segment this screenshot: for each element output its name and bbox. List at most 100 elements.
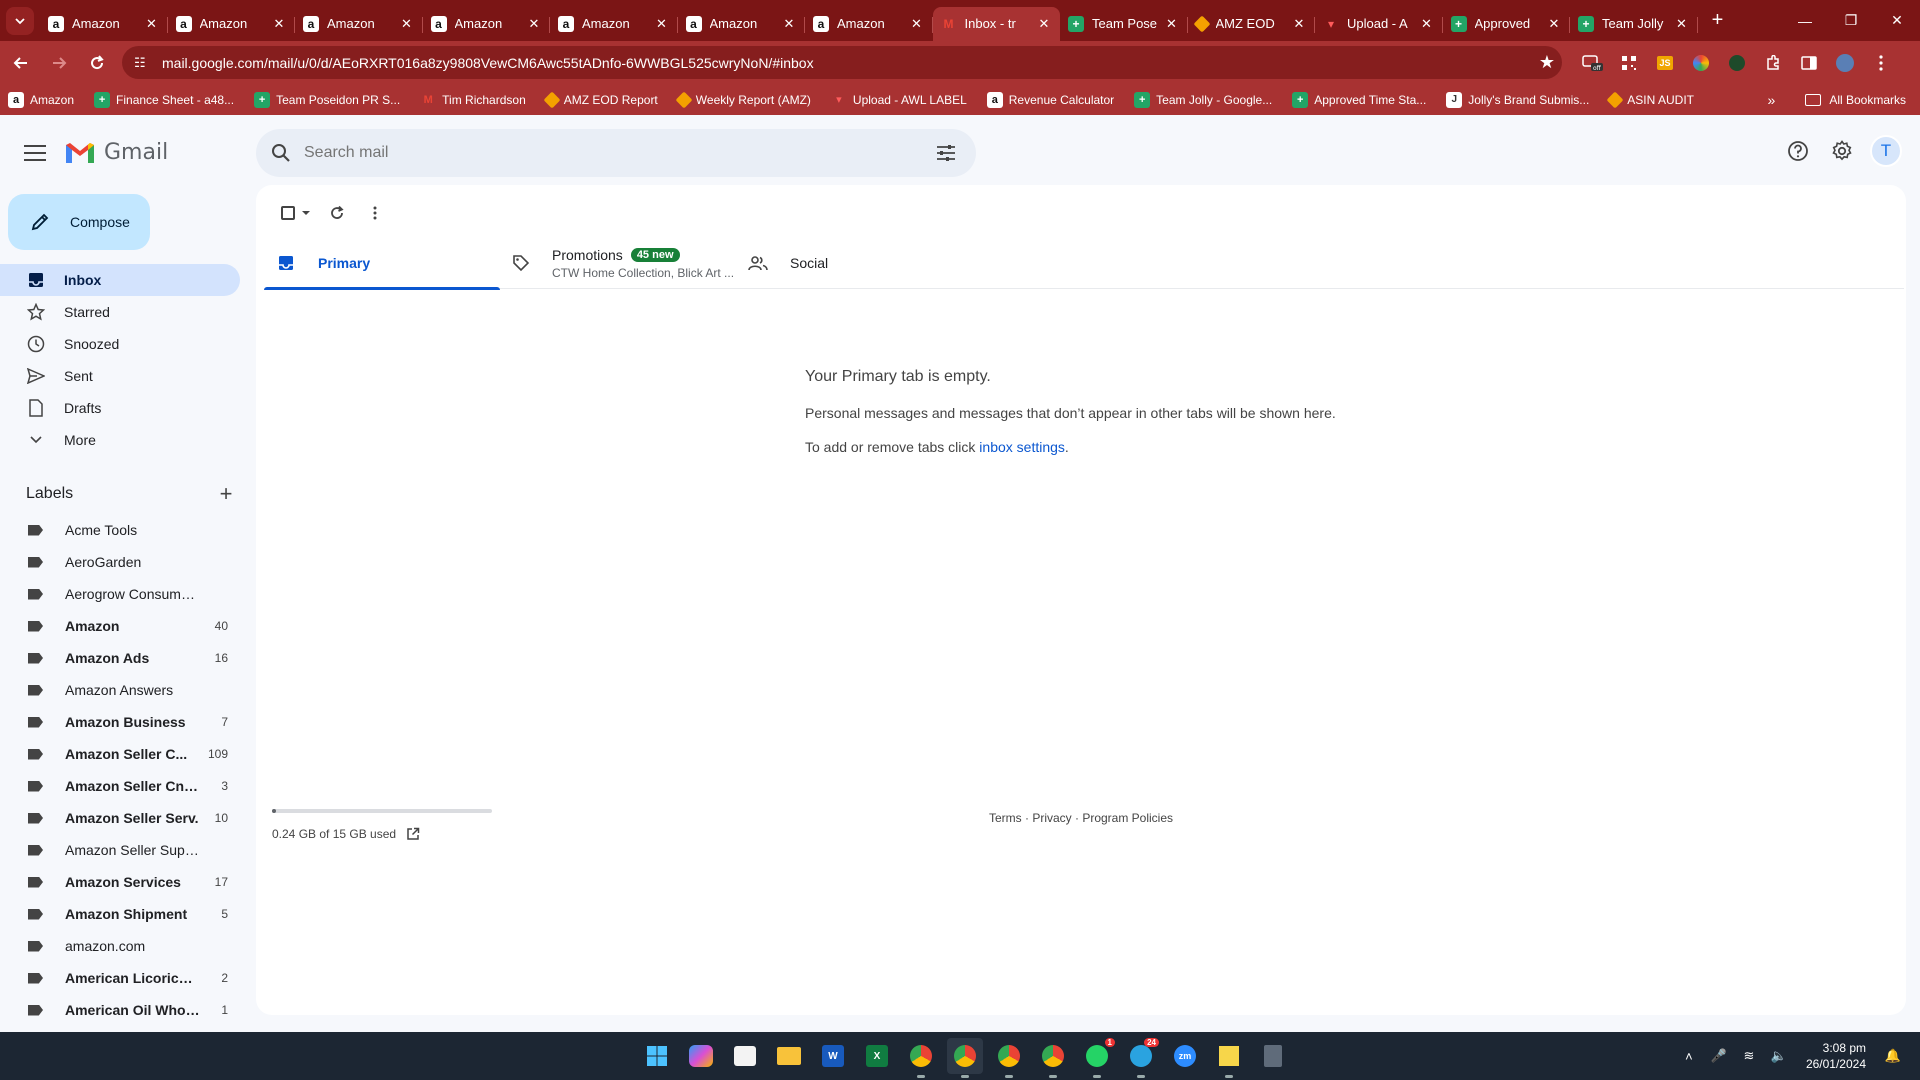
- bookmark-item[interactable]: J Jolly's Brand Submis...: [1446, 91, 1589, 108]
- close-tab-icon[interactable]: ✕: [909, 16, 925, 32]
- bookmark-item[interactable]: Weekly Report (AMZ): [675, 91, 811, 108]
- close-tab-icon[interactable]: ✕: [1674, 16, 1690, 32]
- browser-tab[interactable]: a Amazon ✕: [40, 7, 168, 41]
- file-explorer-icon[interactable]: [771, 1038, 807, 1074]
- inbox-settings-link[interactable]: inbox settings: [979, 439, 1065, 455]
- main-menu-icon[interactable]: [20, 141, 50, 165]
- bookmark-item[interactable]: + Team Jolly - Google...: [1134, 91, 1272, 108]
- refresh-button[interactable]: [318, 194, 356, 232]
- browser-tab[interactable]: a Amazon ✕: [550, 7, 678, 41]
- excel-icon[interactable]: X: [859, 1038, 895, 1074]
- label-item[interactable]: Acme Tools: [0, 514, 240, 546]
- browser-tab[interactable]: ▾ Upload - A ✕: [1315, 7, 1443, 41]
- search-icon[interactable]: [270, 143, 292, 163]
- chrome-profile-2-icon[interactable]: [1035, 1038, 1071, 1078]
- whatsapp-icon[interactable]: 1: [1079, 1038, 1115, 1078]
- sidebar-item-sent[interactable]: Sent: [0, 360, 240, 392]
- label-item[interactable]: Amazon Ads 16: [0, 642, 240, 674]
- more-actions-button[interactable]: [356, 194, 394, 232]
- search-bar[interactable]: [256, 129, 976, 177]
- omnibox[interactable]: ☷ mail.google.com/mail/u/0/d/AEoRXRT016a…: [122, 46, 1562, 79]
- label-item[interactable]: Aerogrow Consumer Se...: [0, 578, 240, 610]
- label-item[interactable]: Amazon Seller Cntr... 3: [0, 770, 240, 802]
- browser-tab[interactable]: + Team Jolly ✕: [1570, 7, 1698, 41]
- tab-primary[interactable]: Primary: [264, 237, 500, 290]
- browser-tab[interactable]: M Inbox - tr ✕: [932, 6, 1060, 41]
- close-tab-icon[interactable]: ✕: [654, 16, 670, 32]
- minimize-button[interactable]: —: [1782, 0, 1828, 41]
- add-label-icon[interactable]: +: [216, 481, 236, 507]
- select-all-checkbox[interactable]: [274, 194, 318, 232]
- microphone-icon[interactable]: 🎤: [1706, 1048, 1732, 1064]
- sidebar-item-starred[interactable]: Starred: [0, 296, 240, 328]
- browser-tab[interactable]: AMZ EOD ✕: [1188, 7, 1316, 41]
- browser-tab[interactable]: + Team Pose ✕: [1060, 7, 1188, 41]
- notification-bell-icon[interactable]: 🔔: [1880, 1048, 1906, 1064]
- double-chevron-icon[interactable]: »: [1768, 92, 1776, 108]
- close-tab-icon[interactable]: ✕: [1036, 16, 1052, 32]
- label-item[interactable]: Amazon 40: [0, 610, 240, 642]
- profile-icon[interactable]: [1830, 48, 1860, 78]
- bookmark-item[interactable]: + Approved Time Sta...: [1292, 91, 1426, 108]
- qr-extension-icon[interactable]: [1614, 48, 1644, 78]
- bookmark-item[interactable]: ▾ Upload - AWL LABEL: [831, 92, 967, 108]
- bookmark-item[interactable]: a Amazon: [8, 91, 74, 108]
- label-item[interactable]: Amazon Answers: [0, 674, 240, 706]
- chrome-active-icon[interactable]: [947, 1038, 983, 1078]
- browser-tab[interactable]: a Amazon ✕: [168, 7, 296, 41]
- label-item[interactable]: AeroGarden: [0, 546, 240, 578]
- browser-tab[interactable]: a Amazon ✕: [423, 7, 551, 41]
- label-item[interactable]: Amazon Services 17: [0, 866, 240, 898]
- sidebar-item-drafts[interactable]: Drafts: [0, 392, 240, 424]
- tray-overflow-icon[interactable]: ˄: [1676, 1049, 1702, 1064]
- copilot-icon[interactable]: [683, 1038, 719, 1074]
- site-info-icon[interactable]: ☷: [134, 55, 152, 71]
- wifi-icon[interactable]: ≋: [1736, 1048, 1762, 1064]
- volume-icon[interactable]: 🔈: [1766, 1048, 1792, 1064]
- bookmark-item[interactable]: + Finance Sheet - a48...: [94, 91, 234, 108]
- close-window-button[interactable]: ✕: [1874, 0, 1920, 41]
- close-tab-icon[interactable]: ✕: [1546, 16, 1562, 32]
- close-tab-icon[interactable]: ✕: [271, 16, 287, 32]
- close-tab-icon[interactable]: ✕: [526, 16, 542, 32]
- sidebar-item-inbox[interactable]: Inbox: [0, 264, 240, 296]
- bookmark-item[interactable]: a Revenue Calculator: [986, 91, 1114, 108]
- windows-start-icon[interactable]: [639, 1038, 675, 1074]
- label-item[interactable]: American Licorice ... 2: [0, 962, 240, 994]
- search-options-icon[interactable]: [934, 144, 958, 162]
- forward-button[interactable]: [42, 46, 76, 80]
- close-tab-icon[interactable]: ✕: [1164, 16, 1180, 32]
- close-tab-icon[interactable]: ✕: [399, 16, 415, 32]
- word-icon[interactable]: W: [815, 1038, 851, 1074]
- label-item[interactable]: Amazon Seller C... 109: [0, 738, 240, 770]
- label-item[interactable]: American Oil Whol... 1: [0, 994, 240, 1026]
- close-tab-icon[interactable]: ✕: [1291, 16, 1307, 32]
- back-button[interactable]: [4, 46, 38, 80]
- bookmark-item[interactable]: AMZ EOD Report: [543, 91, 658, 108]
- close-tab-icon[interactable]: ✕: [144, 16, 160, 32]
- label-item[interactable]: amazon.com: [0, 930, 240, 962]
- reload-button[interactable]: [80, 46, 114, 80]
- bookmark-item[interactable]: ASIN AUDIT: [1606, 91, 1694, 108]
- js-extension-icon[interactable]: JS: [1650, 48, 1680, 78]
- privacy-link[interactable]: Privacy: [1032, 811, 1071, 825]
- browser-tab[interactable]: a Amazon ✕: [678, 7, 806, 41]
- label-item[interactable]: Amazon Shipment 5: [0, 898, 240, 930]
- close-tab-icon[interactable]: ✕: [1419, 16, 1435, 32]
- help-icon[interactable]: [1778, 131, 1818, 171]
- compose-button[interactable]: Compose: [8, 194, 150, 250]
- browser-menu-icon[interactable]: [1866, 48, 1896, 78]
- extensions-puzzle-icon[interactable]: [1758, 48, 1788, 78]
- keepa-extension-icon[interactable]: [1722, 48, 1752, 78]
- terms-link[interactable]: Terms: [989, 811, 1022, 825]
- sidebar-item-more[interactable]: More: [0, 424, 240, 456]
- telegram-icon[interactable]: 24: [1123, 1038, 1159, 1078]
- label-item[interactable]: Amazon Seller Serv. 10: [0, 802, 240, 834]
- browser-tab[interactable]: + Approved ✕: [1443, 7, 1571, 41]
- program-policies-link[interactable]: Program Policies: [1082, 811, 1173, 825]
- tab-search-button[interactable]: [6, 6, 34, 35]
- gmail-logo[interactable]: Gmail: [64, 140, 168, 165]
- bookmark-item[interactable]: + Team Poseidon PR S...: [254, 91, 400, 108]
- browser-tab[interactable]: a Amazon ✕: [295, 7, 423, 41]
- clock[interactable]: 3:08 pm 26/01/2024: [1806, 1040, 1866, 1072]
